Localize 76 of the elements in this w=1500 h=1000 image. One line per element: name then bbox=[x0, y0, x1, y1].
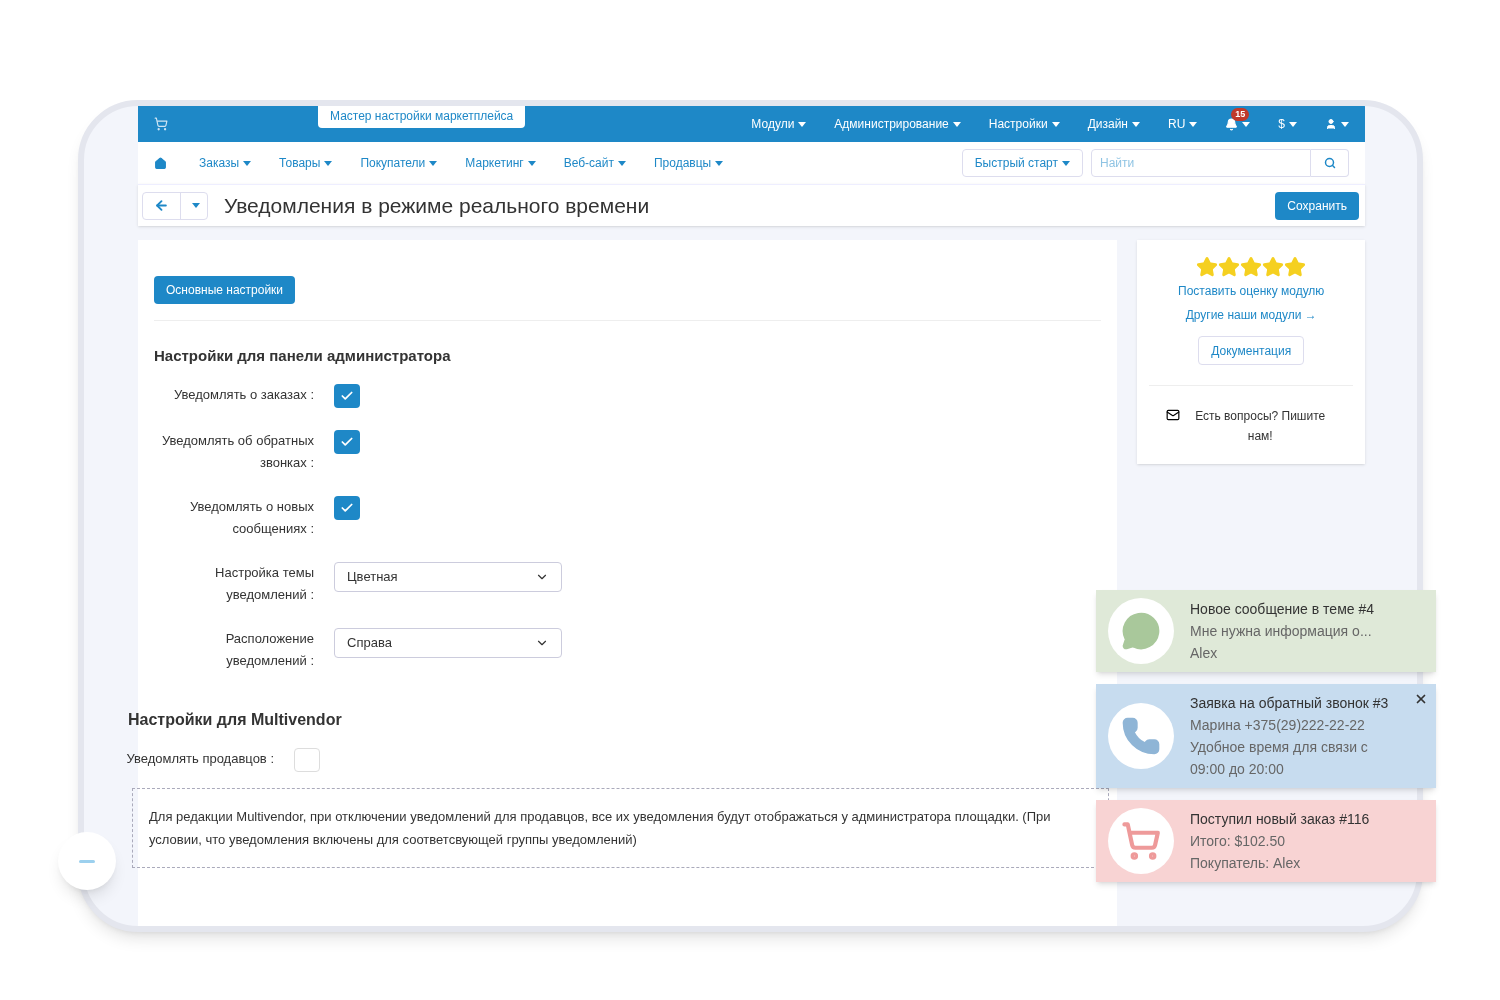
select-field[interactable]: Справа bbox=[334, 627, 562, 658]
checkbox[interactable] bbox=[334, 383, 360, 408]
search-icon bbox=[1323, 157, 1336, 169]
toast-text: Alex bbox=[1190, 644, 1219, 663]
toast-title: Заявка на обратный звонок #3 bbox=[1190, 694, 1390, 713]
phone-icon bbox=[1121, 716, 1161, 756]
caret-icon bbox=[1341, 121, 1349, 127]
nav-item[interactable]: Маркетинг bbox=[465, 154, 536, 172]
select-field[interactable]: Цветная bbox=[334, 561, 562, 592]
caret-icon bbox=[429, 161, 438, 167]
contact-text: Есть вопросы? Пишите нам! bbox=[1194, 408, 1327, 445]
chat-bubble-icon bbox=[1121, 611, 1161, 651]
currency-menu[interactable]: $ bbox=[1278, 115, 1297, 133]
toast-text: Покупатель: Alex bbox=[1190, 854, 1302, 873]
rate-link[interactable]: Поставить оценку модулю bbox=[1178, 282, 1325, 300]
menu-item[interactable]: Настройки bbox=[988, 115, 1060, 133]
search-field[interactable]: Найти bbox=[1091, 149, 1311, 177]
caret-icon bbox=[527, 161, 536, 167]
modules-link[interactable]: Другие наши модули → bbox=[1185, 306, 1317, 324]
field-label: Настройка темы уведомлений : bbox=[214, 563, 314, 604]
caret-icon bbox=[1062, 161, 1070, 167]
notification-count: 15 bbox=[1231, 107, 1250, 121]
section-heading: Настройки для панели администратора bbox=[154, 346, 452, 366]
search-button[interactable] bbox=[1311, 149, 1349, 177]
checkbox[interactable] bbox=[334, 495, 360, 520]
caret-icon bbox=[243, 161, 252, 167]
nav-item[interactable]: Продавцы bbox=[653, 154, 724, 172]
toast-title: Новое сообщение в теме #4 bbox=[1190, 600, 1374, 619]
close-icon[interactable] bbox=[1414, 692, 1428, 706]
nav-item[interactable]: Заказы bbox=[199, 154, 252, 172]
cart-icon bbox=[1121, 821, 1161, 861]
tab[interactable]: Основные настройки bbox=[154, 276, 296, 304]
home-icon[interactable] bbox=[154, 156, 167, 170]
menu-item[interactable]: Администрирование bbox=[834, 115, 961, 133]
field-label: Уведомлять о новых сообщениях : bbox=[189, 497, 314, 538]
menu-item[interactable]: RU bbox=[1167, 115, 1198, 133]
save-button[interactable]: Сохранить bbox=[1275, 191, 1359, 220]
quick-start-button[interactable]: Быстрый старт bbox=[961, 149, 1083, 177]
field-label: Расположение уведомлений : bbox=[224, 629, 314, 670]
mail-icon bbox=[1166, 408, 1181, 422]
docs-button[interactable]: Документация bbox=[1198, 336, 1305, 365]
caret-icon bbox=[952, 122, 961, 128]
wizard-button[interactable]: Мастер настройки маркетплейса bbox=[318, 106, 526, 128]
caret-icon bbox=[1051, 122, 1060, 128]
checkbox[interactable] bbox=[294, 747, 320, 772]
caret-icon bbox=[1131, 122, 1140, 128]
section-heading: Настройки для Multivendor bbox=[128, 709, 343, 730]
checkbox[interactable] bbox=[334, 429, 360, 454]
caret-icon bbox=[715, 161, 724, 167]
toast-title: Поступил новый заказ #116 bbox=[1190, 810, 1370, 829]
user-icon bbox=[1325, 118, 1337, 130]
caret-icon bbox=[324, 161, 333, 167]
page-title: Уведомления в режиме реального времени bbox=[224, 192, 650, 219]
caret-icon bbox=[192, 203, 200, 208]
nav-item[interactable]: Товары bbox=[279, 154, 333, 172]
back-button-group[interactable] bbox=[142, 191, 208, 220]
nav-item[interactable]: Покупатели bbox=[360, 154, 438, 172]
bell-icon bbox=[1225, 117, 1239, 131]
nav-item[interactable]: Веб-сайт bbox=[563, 154, 626, 172]
toast-text: Удобное время для связи с 09:00 до 20:00 bbox=[1190, 738, 1369, 779]
user-menu[interactable] bbox=[1325, 118, 1349, 130]
caret-icon bbox=[798, 122, 807, 128]
field-label: Уведомлять об обратных звонках : bbox=[160, 431, 314, 472]
caret-icon bbox=[1189, 122, 1198, 128]
menu-item[interactable]: Модули bbox=[751, 115, 807, 133]
field-label: Уведомлять о заказах : bbox=[173, 385, 314, 404]
toast-text: Мне нужна информация о... bbox=[1190, 622, 1373, 641]
rating-stars[interactable] bbox=[1196, 256, 1307, 278]
caret-icon bbox=[617, 161, 626, 167]
menu-item[interactable]: Дизайн bbox=[1087, 115, 1140, 133]
toast-text: Итого: $102.50 bbox=[1190, 832, 1287, 851]
toast-text: Марина +375(29)222-22-22 bbox=[1190, 716, 1366, 735]
notifications-button[interactable] bbox=[1225, 117, 1251, 131]
caret-icon bbox=[1289, 122, 1297, 128]
field-label: Уведомлять продавцов : bbox=[125, 749, 274, 768]
cart-icon[interactable] bbox=[154, 117, 168, 131]
